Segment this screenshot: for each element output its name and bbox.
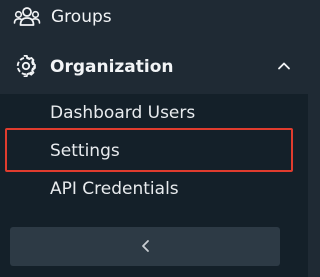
people-group-icon bbox=[13, 6, 41, 28]
submenu-item-settings[interactable]: Settings bbox=[0, 132, 308, 170]
sidebar-item-groups[interactable]: Groups bbox=[0, 0, 308, 38]
submenu-item-label: API Credentials bbox=[50, 179, 179, 199]
sidebar-item-label: Organization bbox=[50, 57, 174, 77]
submenu-item-dashboard-users[interactable]: Dashboard Users bbox=[0, 94, 308, 132]
sidebar-item-label: Groups bbox=[51, 7, 112, 27]
chevron-left-icon bbox=[138, 238, 154, 254]
collapse-sidebar-button[interactable] bbox=[10, 227, 280, 266]
submenu-item-label: Settings bbox=[50, 141, 120, 161]
chevron-up-icon[interactable] bbox=[276, 58, 292, 74]
sidebar-item-organization[interactable]: Organization bbox=[0, 38, 308, 94]
submenu-item-label: Dashboard Users bbox=[50, 103, 196, 123]
submenu-item-api-credentials[interactable]: API Credentials bbox=[0, 170, 308, 208]
organization-submenu: Dashboard Users Settings API Credentials bbox=[0, 94, 308, 214]
gear-icon bbox=[15, 54, 37, 78]
